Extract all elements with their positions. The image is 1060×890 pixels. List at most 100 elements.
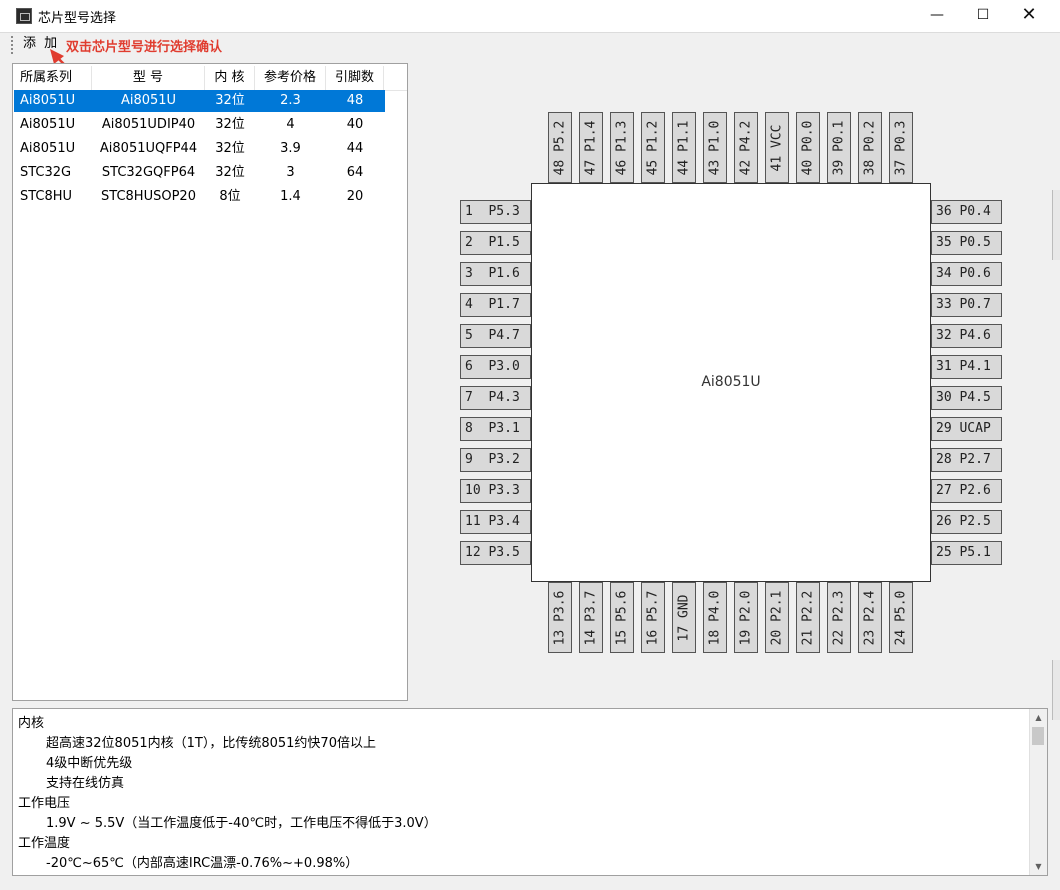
pin-label: 45 P1.2 xyxy=(645,120,661,175)
cell-model: STC8HUSOP20 xyxy=(101,189,196,204)
column-header-core[interactable]: 内 核 xyxy=(205,66,255,90)
pin-right: 33 P0.7 xyxy=(931,293,1002,317)
pin-top: 44 P1.1 xyxy=(672,112,696,183)
pin-label: 20 P2.1 xyxy=(769,590,785,645)
chip-description-textbox[interactable]: 内核 超高速32位8051内核（1T），比传统8051约快70倍以上 4级中断优先级… xyxy=(12,708,1048,876)
table-row[interactable]: STC32G STC32GQFP64 32位 3 64 xyxy=(14,162,407,184)
pin-left: 6 P3.0 xyxy=(460,355,531,379)
pin-bottom: 20 P2.1 xyxy=(765,582,789,653)
pin-label: 14 P3.7 xyxy=(583,590,599,645)
cell-series: Ai8051U xyxy=(20,117,76,132)
pin-bottom: 16 P5.7 xyxy=(641,582,665,653)
chip-list-table[interactable]: 所属系列 型 号 内 核 参考价格 引脚数 Ai8051U Ai8051U 32位 2… xyxy=(12,63,408,701)
table-row[interactable]: Ai8051U Ai8051U 32位 2.3 48 xyxy=(14,90,385,112)
description-scrollbar[interactable]: ▲ ▼ xyxy=(1029,709,1047,875)
pin-top: 37 P0.3 xyxy=(889,112,913,183)
cell-price: 2.3 xyxy=(280,93,301,108)
cell-core: 32位 xyxy=(215,117,245,132)
pin-left: 8 P3.1 xyxy=(460,417,531,441)
pin-right: 34 P0.6 xyxy=(931,262,1002,286)
scroll-down-arrow-icon[interactable]: ▼ xyxy=(1030,858,1047,875)
pin-bottom: 13 P3.6 xyxy=(548,582,572,653)
pin-label: 21 P2.2 xyxy=(800,590,816,645)
pin-label: 22 P2.3 xyxy=(831,590,847,645)
cell-price: 4 xyxy=(286,117,295,132)
description-heading: 工作温度 xyxy=(18,836,71,851)
maximize-button[interactable]: ☐ xyxy=(960,0,1006,32)
pin-bottom: 21 P2.2 xyxy=(796,582,820,653)
cell-pin-count: 40 xyxy=(346,117,364,132)
pin-right: 35 P0.5 xyxy=(931,231,1002,255)
pin-bottom: 18 P4.0 xyxy=(703,582,727,653)
pin-right: 32 P4.6 xyxy=(931,324,1002,348)
description-detail: 1.9V ~ 5.5V（当工作温度低于-40℃时，工作电压不得低于3.0V） xyxy=(46,816,437,831)
description-heading: 内核 xyxy=(18,716,45,731)
description-detail: -20℃~65℃（内部高速IRC温漂-0.76%~+0.98%） xyxy=(46,856,359,871)
column-header-model[interactable]: 型 号 xyxy=(92,66,205,90)
column-header-series[interactable]: 所属系列 xyxy=(14,66,92,90)
pin-label: 46 P1.3 xyxy=(614,120,630,175)
pin-label: 40 P0.0 xyxy=(800,120,816,175)
pin-left: 11 P3.4 xyxy=(460,510,531,534)
pin-right: 25 P5.1 xyxy=(931,541,1002,565)
cell-pin-count: 64 xyxy=(346,165,364,180)
pin-left: 3 P1.6 xyxy=(460,262,531,286)
pin-top: 48 P5.2 xyxy=(548,112,572,183)
background-window-edge xyxy=(1052,660,1060,720)
scroll-thumb[interactable] xyxy=(1032,727,1044,745)
cell-core: 32位 xyxy=(215,93,245,108)
cell-core: 32位 xyxy=(215,165,245,180)
pin-top: 38 P0.2 xyxy=(858,112,882,183)
pin-top: 47 P1.4 xyxy=(579,112,603,183)
pin-right: 26 P2.5 xyxy=(931,510,1002,534)
pin-left: 5 P4.7 xyxy=(460,324,531,348)
cell-series: Ai8051U xyxy=(20,93,76,108)
chip-body: Ai8051U xyxy=(531,183,931,582)
table-row[interactable]: STC8HU STC8HUSOP20 8位 1.4 20 xyxy=(14,186,407,208)
pin-left: 2 P1.5 xyxy=(460,231,531,255)
pin-label: 24 P5.0 xyxy=(893,590,909,645)
cell-price: 3.9 xyxy=(280,141,301,156)
column-header-price[interactable]: 参考价格 xyxy=(255,66,326,90)
pin-bottom: 24 P5.0 xyxy=(889,582,913,653)
description-detail: 支持在线仿真 xyxy=(46,776,125,791)
minimize-button[interactable]: — xyxy=(914,0,960,32)
pin-label: 44 P1.1 xyxy=(676,120,692,175)
cell-series: STC8HU xyxy=(20,189,73,204)
scroll-up-arrow-icon[interactable]: ▲ xyxy=(1030,709,1047,726)
cell-model: Ai8051UQFP44 xyxy=(99,141,198,156)
close-button[interactable]: ✕ xyxy=(1006,0,1052,32)
pin-bottom: 22 P2.3 xyxy=(827,582,851,653)
pin-top: 43 P1.0 xyxy=(703,112,727,183)
table-row[interactable]: Ai8051U Ai8051UQFP44 32位 3.9 44 xyxy=(14,138,407,160)
pin-right: 31 P4.1 xyxy=(931,355,1002,379)
pin-label: 17 GND xyxy=(676,594,692,641)
window-title: 芯片型号选择 xyxy=(38,11,117,26)
cell-pin-count: 44 xyxy=(346,141,364,156)
pin-right: 36 P0.4 xyxy=(931,200,1002,224)
pin-label: 15 P5.6 xyxy=(614,590,630,645)
pin-right: 27 P2.6 xyxy=(931,479,1002,503)
cell-core: 32位 xyxy=(215,141,245,156)
cell-model: Ai8051U xyxy=(120,93,177,108)
table-header: 所属系列 型 号 内 核 参考价格 引脚数 xyxy=(14,66,407,91)
background-window-edge xyxy=(1052,190,1060,260)
pin-left: 9 P3.2 xyxy=(460,448,531,472)
pin-top: 39 P0.1 xyxy=(827,112,851,183)
cell-series: Ai8051U xyxy=(20,141,76,156)
pin-top: 41 VCC xyxy=(765,112,789,183)
table-row[interactable]: Ai8051U Ai8051UDIP40 32位 4 40 xyxy=(14,114,407,136)
pin-label: 18 P4.0 xyxy=(707,590,723,645)
pin-bottom: 15 P5.6 xyxy=(610,582,634,653)
app-icon xyxy=(16,8,32,24)
cell-model: Ai8051UDIP40 xyxy=(101,117,196,132)
pin-label: 43 P1.0 xyxy=(707,120,723,175)
cell-model: STC32GQFP64 xyxy=(101,165,196,180)
description-detail: 超高速32位8051内核（1T），比传统8051约快70倍以上 xyxy=(46,736,376,751)
pin-bottom: 17 GND xyxy=(672,582,696,653)
pin-top: 46 P1.3 xyxy=(610,112,634,183)
pin-right: 29 UCAP xyxy=(931,417,1002,441)
pin-label: 42 P4.2 xyxy=(738,120,754,175)
pin-left: 4 P1.7 xyxy=(460,293,531,317)
column-header-pin-count[interactable]: 引脚数 xyxy=(326,66,384,90)
